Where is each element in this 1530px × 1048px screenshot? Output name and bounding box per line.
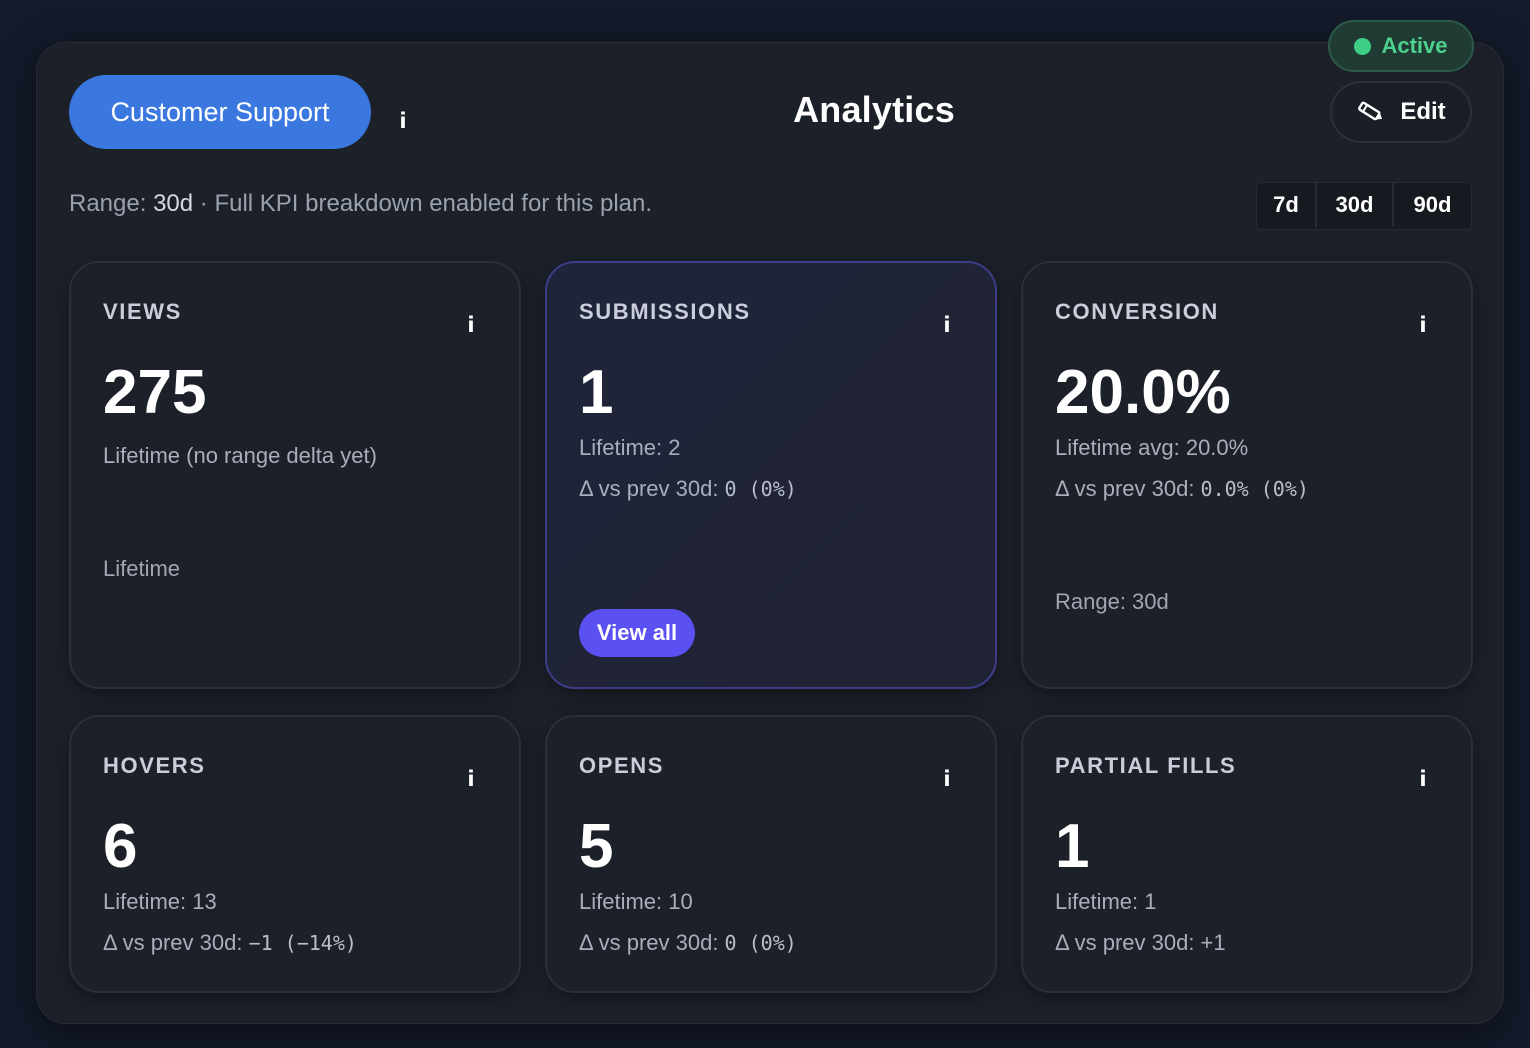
kpi-footer: Range: 30d [1055, 589, 1169, 614]
kpi-footer: Lifetime [103, 556, 181, 581]
kpi-label: VIEWS [103, 299, 182, 324]
kpi-delta-value: 0 (0%) [724, 477, 797, 501]
kpi-value: 6 [103, 812, 138, 881]
status-label: Active [1381, 33, 1448, 58]
kpi-value: 20.0% [1055, 358, 1231, 427]
kpi-delta-value: 0 (0%) [724, 931, 797, 955]
kpi-card-hovers: HOVERS i 6 Lifetime: 13 Δ vs prev 30d: −… [69, 715, 521, 993]
kpi-delta: Δ vs prev 30d: 0.0% (0%) [1055, 476, 1309, 502]
kpi-card-submissions: SUBMISSIONS i 1 Lifetime: 2 Δ vs prev 30… [545, 261, 997, 689]
workspace-button[interactable]: Customer Support [69, 75, 371, 149]
workspace-button-label: Customer Support [110, 96, 330, 127]
range-option-30d[interactable]: 30d [1317, 183, 1394, 227]
kpi-card-partial-fills: PARTIAL FILLS i 1 Lifetime: 1 Δ vs prev … [1021, 715, 1473, 993]
kpi-card-opens: OPENS i 5 Lifetime: 10 Δ vs prev 30d: 0 … [545, 715, 997, 993]
kpi-lifetime: Lifetime avg: 20.0% [1055, 435, 1249, 460]
kpi-delta: Δ vs prev 30d: 0 (0%) [579, 476, 797, 502]
edit-button-label: Edit [1400, 98, 1446, 125]
kpi-delta: Δ vs prev 30d: +1 [1055, 930, 1226, 956]
kpi-delta: Δ vs prev 30d: −1 (−14%) [103, 930, 357, 956]
kpi-delta-prefix: Δ vs prev 30d: [579, 476, 725, 501]
kpi-label: PARTIAL FILLS [1055, 753, 1237, 778]
workspace-info-icon[interactable]: i [393, 107, 413, 135]
kpi-card-conversion: CONVERSION i 20.0% Lifetime avg: 20.0% Δ… [1021, 261, 1473, 689]
kpi-delta-prefix: Δ vs prev 30d: [103, 930, 249, 955]
kpi-lifetime: Lifetime: 2 [579, 435, 681, 460]
range-note: · Full KPI breakdown enabled for this pl… [193, 190, 653, 217]
range-option-7d[interactable]: 7d [1257, 183, 1317, 227]
info-icon[interactable]: i [937, 311, 957, 339]
kpi-label: HOVERS [103, 753, 206, 778]
kpi-value: 1 [579, 358, 614, 427]
kpi-label: OPENS [579, 753, 665, 778]
kpi-lifetime: Lifetime: 1 [1055, 889, 1157, 914]
range-summary: Range: 30d · Full KPI breakdown enabled … [69, 190, 652, 218]
kpi-delta-value: −1 (−14%) [248, 931, 357, 955]
range-prefix: Range: [69, 190, 154, 217]
page-title: Analytics [793, 89, 955, 130]
kpi-lifetime: Lifetime (no range delta yet) [103, 443, 377, 468]
info-icon[interactable]: i [1413, 311, 1433, 339]
status-dot-icon [1354, 37, 1372, 55]
pencil-icon [1358, 101, 1383, 121]
info-icon[interactable]: i [937, 765, 957, 793]
range-selector: 7d 30d 90d [1256, 182, 1472, 230]
kpi-delta-value: +1 [1200, 930, 1226, 955]
kpi-delta-prefix: Δ vs prev 30d: [1055, 930, 1201, 955]
status-badge: Active [1328, 20, 1474, 72]
kpi-delta-value: 0.0% (0%) [1200, 477, 1309, 501]
kpi-card-views: VIEWS i 275 Lifetime (no range delta yet… [69, 261, 521, 689]
kpi-delta: Δ vs prev 30d: 0 (0%) [579, 930, 797, 956]
info-icon[interactable]: i [1413, 765, 1433, 793]
info-icon[interactable]: i [461, 765, 481, 793]
range-option-90d[interactable]: 90d [1394, 183, 1471, 227]
info-icon[interactable]: i [461, 311, 481, 339]
kpi-value: 5 [579, 812, 614, 881]
kpi-delta-prefix: Δ vs prev 30d: [1055, 476, 1201, 501]
kpi-label: CONVERSION [1055, 299, 1219, 324]
kpi-delta-prefix: Δ vs prev 30d: [579, 930, 725, 955]
kpi-lifetime: Lifetime: 13 [103, 889, 217, 914]
view-all-button[interactable]: View all [579, 609, 695, 657]
analytics-panel: Customer Support i Analytics Active Edit… [36, 20, 1504, 1024]
edit-button[interactable]: Edit [1330, 81, 1472, 143]
range-value: 30d [153, 190, 194, 217]
kpi-lifetime: Lifetime: 10 [579, 889, 693, 914]
kpi-value: 275 [103, 358, 207, 427]
kpi-label: SUBMISSIONS [579, 299, 751, 324]
kpi-value: 1 [1055, 812, 1090, 881]
